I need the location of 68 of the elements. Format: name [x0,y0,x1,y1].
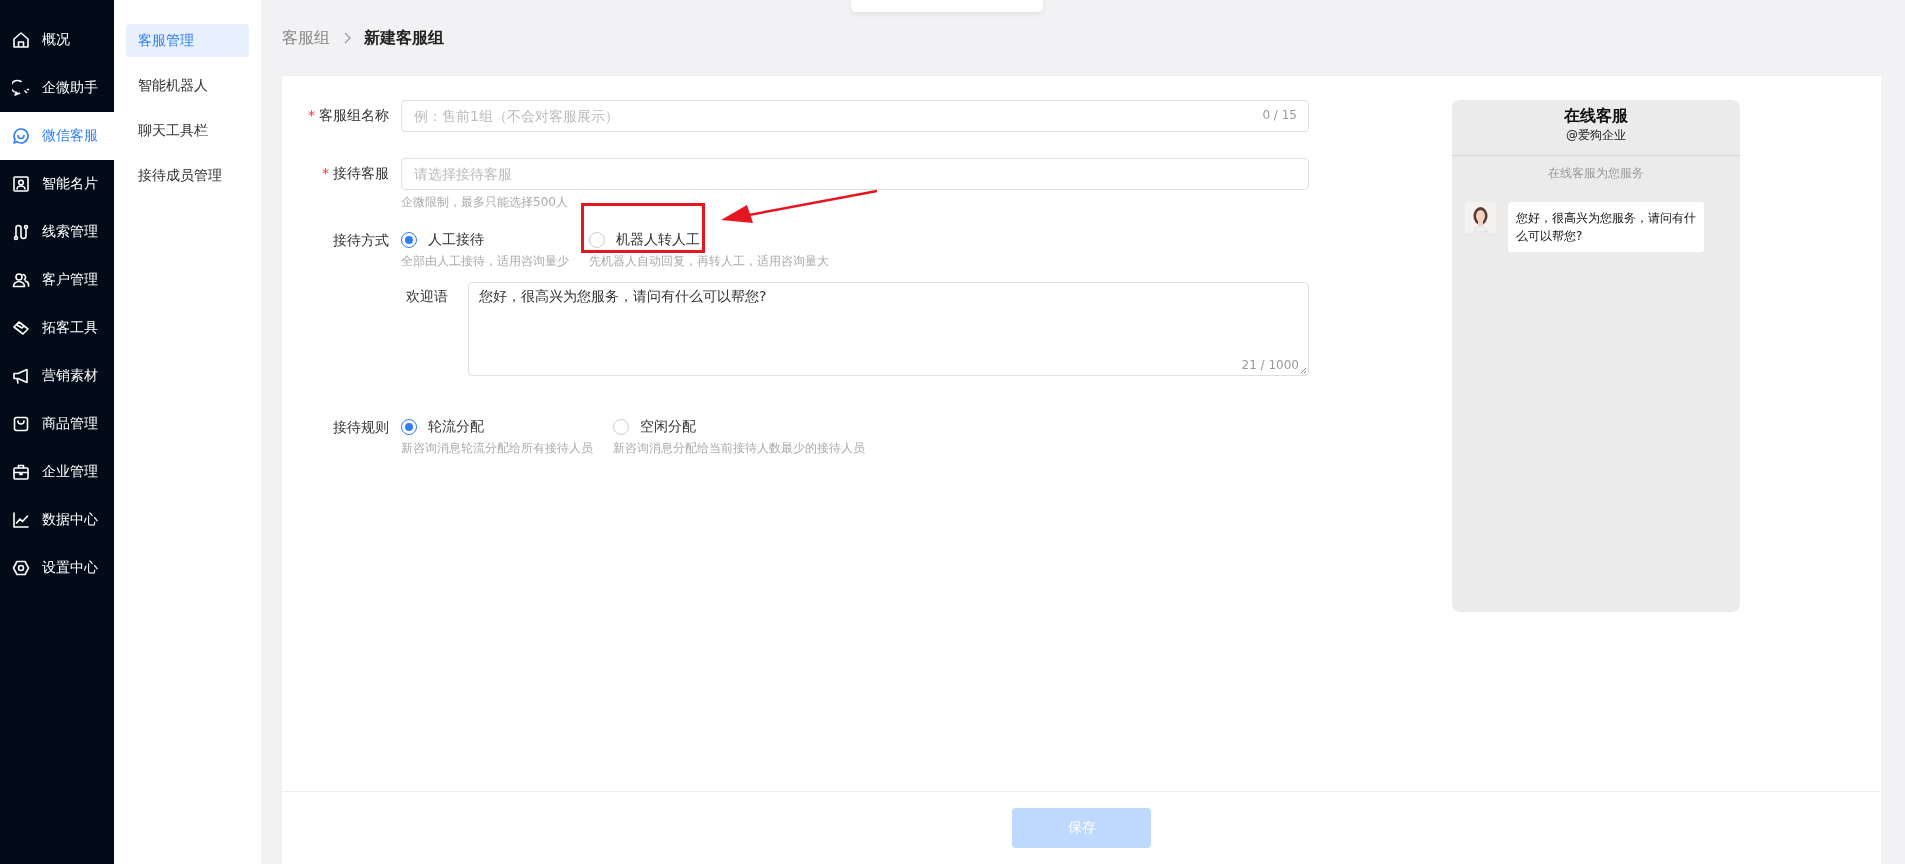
nav-label: 设置中心 [42,559,98,577]
briefcase-icon [12,463,30,481]
nav-label: 商品管理 [42,415,98,433]
nav-item[interactable]: 企微助手 [0,64,114,112]
required-mark: * [308,107,315,123]
nav-label: 企业管理 [42,463,98,481]
option-hint: 新咨询消息轮流分配给所有接待人员 [401,440,593,457]
nav-label: 数据中心 [42,511,98,529]
submenu-item[interactable]: 接待成员管理 [126,159,249,192]
field-label: 欢迎语 [405,287,448,306]
option-hint: 新咨询消息分配给当前接待人数最少的接待人员 [613,440,865,457]
nav-item[interactable]: 营销素材 [0,352,114,400]
resize-handle-icon [1300,367,1307,374]
nav-item[interactable]: 数据中心 [0,496,114,544]
bag-icon [12,415,30,433]
nav-item[interactable]: 线索管理 [0,208,114,256]
radio-option[interactable]: 空闲分配 [613,418,696,436]
nav-item[interactable]: 微信客服 [0,112,114,160]
nav-label: 客户管理 [42,271,98,289]
agent-select-field[interactable]: 请选择接待客服 [401,158,1309,190]
breadcrumb-item: 新建客服组 [364,27,444,49]
preview-subtitle: @爱狗企业 [1566,127,1626,144]
nav-label: 拓客工具 [42,319,98,337]
radio-option[interactable]: 人工接待 [401,231,484,249]
nav-label: 概况 [42,31,70,49]
megaphone-icon [12,367,30,385]
chart-icon [12,511,30,529]
route-icon [12,223,30,241]
radio-button[interactable] [401,232,417,248]
submenu-item[interactable]: 聊天工具栏 [126,114,249,147]
nav-item[interactable]: 拓客工具 [0,304,114,352]
radio-option[interactable]: 机器人转人工 [589,231,700,249]
nav-item[interactable]: 智能名片 [0,160,114,208]
label-text: 客服组名称 [319,107,389,123]
chevron-icon [342,32,352,44]
field-label: 接待方式 [332,231,389,250]
char-counter: 0 / 15 [1262,108,1297,122]
nav-label: 智能名片 [42,175,98,193]
radio-button[interactable] [589,232,605,248]
nav-item[interactable]: 设置中心 [0,544,114,592]
radio-button[interactable] [613,419,629,435]
radio-option[interactable]: 轮流分配 [401,418,484,436]
home-icon [12,31,30,49]
nav-label: 微信客服 [42,127,98,145]
chat-bubble: 您好，很高兴为您服务，请问有什么可以帮您? [1508,202,1704,252]
option-hint: 先机器人自动回复，再转人工，适用咨询量大 [589,253,829,270]
nav-item[interactable]: 客户管理 [0,256,114,304]
nav-label: 营销素材 [42,367,98,385]
char-counter: 21 / 1000 [1241,358,1299,372]
users-icon [12,271,30,289]
label-text: 接待客服 [333,165,389,181]
service-notice: 在线客服为您服务 [1547,165,1645,182]
nav-item[interactable]: 概况 [0,16,114,64]
nav-label: 线索管理 [42,223,98,241]
nav-item[interactable]: 企业管理 [0,448,114,496]
nav-item[interactable]: 商品管理 [0,400,114,448]
submenu-item[interactable]: 智能机器人 [126,69,249,102]
preview-title: 在线客服 [1564,106,1628,127]
option-hint: 全部由人工接待，适用咨询量少 [401,253,569,270]
nav-label: 企微助手 [42,79,98,97]
submenu-item[interactable]: 客服管理 [126,24,249,57]
radio-button[interactable] [401,419,417,435]
field-label: 接待规则 [332,418,389,437]
chat-smile-icon [12,127,30,145]
field-hint: 企微限制，最多只能选择500人 [401,194,569,211]
id-card-icon [12,175,30,193]
settings-icon [12,559,30,577]
required-mark: * [322,165,329,181]
